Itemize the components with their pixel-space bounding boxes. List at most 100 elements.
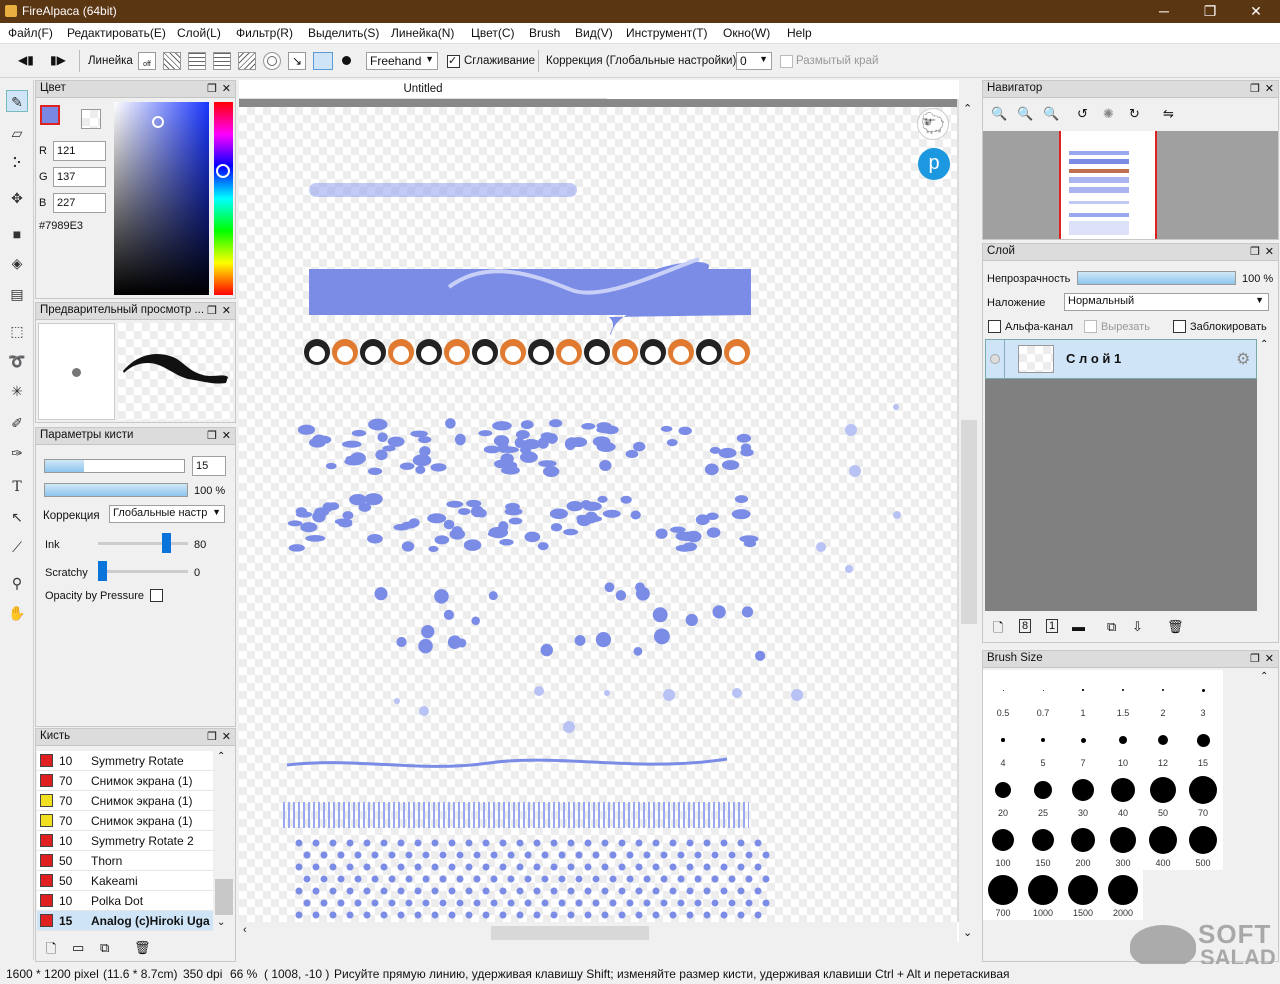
scratchy-slider-thumb[interactable] <box>98 561 107 581</box>
brush-size-cell[interactable]: 50 <box>1143 770 1183 820</box>
sv-cursor[interactable] <box>152 116 164 128</box>
brush-list-item[interactable]: 15 Analog (c)Hiroki Uga <box>37 911 213 931</box>
canvas-horizontal-scrollbar[interactable]: ‹ <box>239 922 957 942</box>
rotate-right-icon[interactable]: ↻ <box>1129 106 1140 122</box>
delete-layer-icon[interactable]: 🗑 <box>1167 619 1184 635</box>
next-icon[interactable]: ▮▶ <box>50 53 66 67</box>
ruler-off-icon[interactable]: off <box>138 52 156 70</box>
brush-list-scrollbar[interactable]: ⌃ ⌄ <box>214 751 234 934</box>
close-button[interactable]: ✕ <box>1233 0 1279 23</box>
brush-size-cell[interactable]: 500 <box>1183 820 1223 870</box>
horizontal-ruler-icon[interactable] <box>213 52 231 70</box>
panel-close-icon[interactable]: ✕ <box>222 304 231 317</box>
brush-size-cell[interactable]: 1 <box>1063 670 1103 720</box>
brush-size-cell[interactable]: 0.7 <box>1023 670 1063 720</box>
brush-folder-icon[interactable]: ▭ <box>72 940 84 956</box>
brush-size-cell[interactable]: 3 <box>1183 670 1223 720</box>
draw-mode-select[interactable]: Freehand ▼ <box>366 52 438 70</box>
select-tool-icon[interactable]: ⬚ <box>6 320 28 342</box>
brush-list-item[interactable]: 50 Thorn <box>37 851 213 871</box>
lasso-tool-icon[interactable]: ➰ <box>6 350 28 372</box>
menu-color[interactable]: Цвет(C) <box>471 26 515 40</box>
ellipse-ruler-icon[interactable] <box>263 52 281 70</box>
b-field[interactable]: 227 <box>53 193 106 213</box>
duplicate-brush-icon[interactable]: ⧉ <box>100 940 109 956</box>
brush-size-cell[interactable]: 700 <box>983 870 1023 920</box>
prev-icon[interactable]: ◀▮ <box>18 53 34 67</box>
fill-rect-tool-icon[interactable]: ■ <box>6 223 28 245</box>
opacity-pressure-checkbox[interactable] <box>150 589 163 602</box>
dot-tool-icon[interactable]: ⠕ <box>6 152 28 174</box>
brush-size-cell[interactable]: 40 <box>1103 770 1143 820</box>
alpha-checkbox[interactable] <box>988 320 1001 333</box>
eraser-tool-icon[interactable]: ▱ <box>6 122 28 144</box>
saturation-value-picker[interactable] <box>114 102 209 295</box>
clip-checkbox[interactable] <box>1084 320 1097 333</box>
canvas-tab[interactable]: Untitled <box>239 80 607 99</box>
brush-size-cell[interactable]: 0.5 <box>983 670 1023 720</box>
hue-slider[interactable] <box>214 102 233 295</box>
float-icon[interactable]: ❐ <box>207 429 217 442</box>
g-field[interactable]: 137 <box>53 167 106 187</box>
brush-size-cell[interactable]: 2 <box>1143 670 1183 720</box>
brush-size-cell[interactable]: 25 <box>1023 770 1063 820</box>
menu-view[interactable]: Вид(V) <box>575 26 613 40</box>
brush-size-cell[interactable]: 2000 <box>1103 870 1143 920</box>
new-folder-icon[interactable]: ▬ <box>1072 619 1085 634</box>
background-color-swatch[interactable] <box>81 109 101 129</box>
float-icon[interactable]: ❐ <box>207 304 217 317</box>
minimize-button[interactable]: ─ <box>1141 0 1187 23</box>
select-pen-tool-icon[interactable]: ✐ <box>6 412 28 434</box>
menu-edit[interactable]: Редактировать(E) <box>67 26 166 40</box>
brush-list-item[interactable]: 10 Polka Dot <box>37 891 213 911</box>
brush-size-cell[interactable]: 200 <box>1063 820 1103 870</box>
layer-name[interactable]: С л о й 1 <box>1066 351 1121 366</box>
pixiv-icon[interactable]: p <box>918 148 950 180</box>
flip-icon[interactable]: ⇋ <box>1163 106 1174 122</box>
brush-list-item[interactable]: 10 Symmetry Rotate <box>37 751 213 771</box>
new-8bit-layer-icon[interactable]: 8 <box>1019 619 1032 633</box>
brush-size-cell[interactable]: 12 <box>1143 720 1183 770</box>
brush-list-item[interactable]: 10 Symmetry Rotate 2 <box>37 831 213 851</box>
reset-rotation-icon[interactable]: ✺ <box>1103 106 1114 122</box>
scratchy-slider[interactable] <box>98 570 188 573</box>
rotate-left-icon[interactable]: ↺ <box>1077 106 1088 122</box>
brush-list-item[interactable]: 70 Снимок экрана (1) <box>37 791 213 811</box>
panel-close-icon[interactable]: ✕ <box>222 730 231 743</box>
layer-visibility-icon[interactable] <box>990 354 1000 364</box>
alpaca-logo-icon[interactable]: 🐑 <box>917 108 949 140</box>
menu-filter[interactable]: Фильтр(R) <box>236 26 293 40</box>
brush-size-cell[interactable]: 10 <box>1103 720 1143 770</box>
zoom-fit-icon[interactable]: 🔍 <box>1043 106 1059 122</box>
text-tool-icon[interactable]: T <box>6 476 28 498</box>
brush-size-cell[interactable]: 1.5 <box>1103 670 1143 720</box>
navigator-thumbnail[interactable] <box>983 131 1278 239</box>
new-layer-icon[interactable]: 🗋 <box>993 619 1003 641</box>
move-tool-icon[interactable]: ✥ <box>6 187 28 209</box>
menu-ruler[interactable]: Линейка(N) <box>391 26 454 40</box>
blend-mode-select[interactable]: Нормальный ▼ <box>1064 293 1269 311</box>
brush-size-field[interactable]: 15 <box>192 456 226 476</box>
zoom-in-icon[interactable]: 🔍 <box>991 106 1007 122</box>
merge-down-icon[interactable]: ⇩ <box>1132 619 1143 635</box>
maximize-button[interactable]: ❐ <box>1187 0 1233 23</box>
brush-size-cell[interactable]: 70 <box>1183 770 1223 820</box>
zoom-out-icon[interactable]: 🔍 <box>1017 106 1033 122</box>
panel-close-icon[interactable]: ✕ <box>1265 82 1274 95</box>
ink-slider-thumb[interactable] <box>162 533 171 553</box>
correction-select[interactable]: 0 ▼ <box>736 52 772 70</box>
drawing-canvas[interactable] <box>239 107 957 922</box>
menu-help[interactable]: Help <box>787 26 812 40</box>
snap-dot-icon[interactable] <box>342 56 351 65</box>
new-1bit-layer-icon[interactable]: 1 <box>1046 619 1059 633</box>
brush-list-item[interactable]: 50 Kakeami <box>37 871 213 891</box>
brush-correction-select[interactable]: Глобальные настр ▼ <box>109 505 225 523</box>
brush-opacity-slider[interactable] <box>44 483 188 497</box>
layer-opacity-slider[interactable] <box>1077 271 1236 285</box>
panel-close-icon[interactable]: ✕ <box>222 82 231 95</box>
brush-list-item[interactable]: 70 Снимок экрана (1) <box>37 811 213 831</box>
brush-size-cell[interactable]: 1000 <box>1023 870 1063 920</box>
brush-size-cell[interactable]: 100 <box>983 820 1023 870</box>
duplicate-layer-icon[interactable]: ⧉ <box>1107 619 1116 635</box>
lock-checkbox[interactable] <box>1173 320 1186 333</box>
